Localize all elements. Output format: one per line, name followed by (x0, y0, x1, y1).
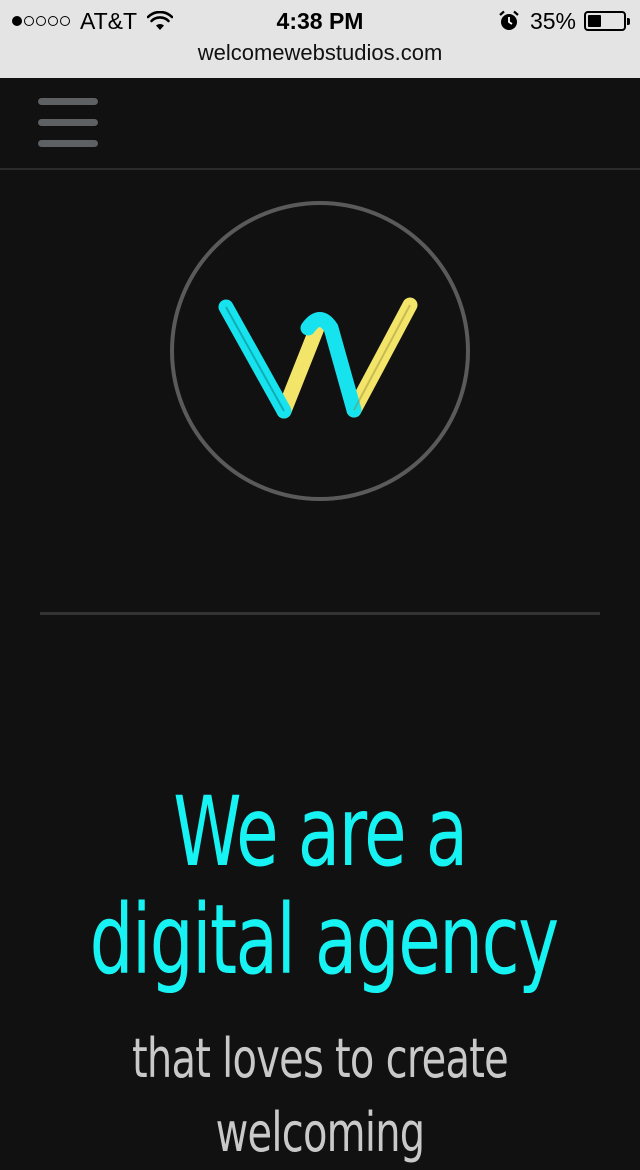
w-logo-icon (170, 201, 470, 501)
status-right: 35% (498, 7, 630, 35)
alarm-icon (499, 10, 519, 30)
address-url[interactable]: welcomewebstudios.com (0, 40, 640, 66)
hero-headline: We are a digital agency (89, 776, 560, 996)
headline-line-1: We are a (173, 776, 468, 888)
subhead-line-1: that loves to create (131, 1027, 509, 1090)
battery-icon (584, 11, 630, 31)
hero-subheadline: that loves to create welcoming (83, 1022, 557, 1170)
battery-percent: 35% (529, 7, 576, 34)
section-divider (40, 612, 600, 615)
subhead-line-2: welcoming (215, 1101, 426, 1164)
headline-line-2: digital agency (89, 884, 560, 996)
hamburger-menu-icon[interactable] (38, 98, 98, 148)
status-bar: AT&T 4:38 PM 35% welcomewebstudios.com (0, 0, 640, 78)
site-header (0, 78, 640, 170)
